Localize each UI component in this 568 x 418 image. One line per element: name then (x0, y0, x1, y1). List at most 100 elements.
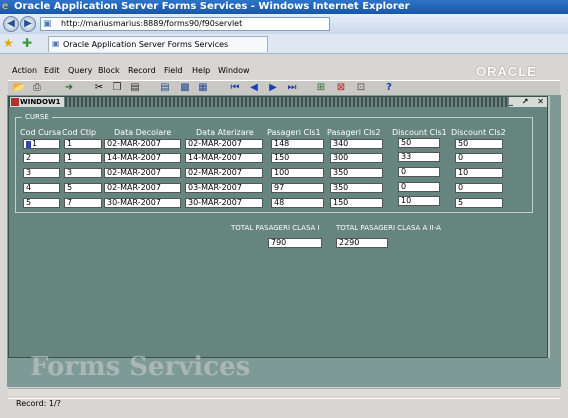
tab-page-icon: ▣ (52, 39, 60, 48)
cell-cod-cursa[interactable]: 5 (23, 198, 60, 208)
grid-icon[interactable]: ▦ (196, 81, 210, 95)
cell-pasageri-cls1[interactable]: 150 (271, 153, 324, 163)
cell-pasageri-cls2[interactable]: 340 (330, 139, 383, 149)
address-bar[interactable]: http://mariusmarius:8889/forms90/f90serv… (40, 17, 330, 31)
lock-record-icon[interactable]: ⊡ (354, 81, 368, 95)
menu-field[interactable]: Field (164, 66, 182, 76)
total-cls1-label: TOTAL PASAGERI CLASA I (231, 224, 320, 232)
paste-icon[interactable]: ▤ (128, 81, 142, 95)
total-cls2-field[interactable]: 2290 (336, 238, 388, 248)
header-cod-cursa: Cod Cursa (20, 128, 62, 137)
browser-tab[interactable]: Oracle Application Server Forms Services (48, 36, 268, 52)
cell-discount-cls2[interactable]: 5 (455, 198, 503, 208)
header-data-decolare: Data Decolare (114, 128, 172, 137)
cell-discount-cls1[interactable]: 0 (398, 182, 440, 192)
header-pasageri-cls2: Pasageri Cls2 (327, 128, 381, 137)
header-cod-ctip: Cod Ctip (62, 128, 97, 137)
help-icon[interactable]: ? (382, 81, 396, 95)
cell-discount-cls2[interactable]: 0 (455, 183, 503, 193)
horizontal-scrollbar[interactable] (8, 388, 560, 396)
cell-discount-cls2[interactable]: 10 (455, 168, 503, 178)
frame-title: CURSE (22, 113, 52, 121)
cell-data-decolare[interactable]: 02-MAR-2007 (104, 183, 181, 193)
cell-discount-cls1[interactable]: 33 (398, 152, 440, 162)
cell-data-aterizare[interactable]: 02-MAR-2007 (185, 168, 263, 178)
cell-data-aterizare[interactable]: 14-MAR-2007 (185, 153, 263, 163)
toolbar (8, 80, 560, 96)
current-record-marker (26, 141, 31, 148)
cell-cod-ctip[interactable]: 3 (64, 168, 102, 178)
open-icon[interactable]: 📂 (12, 81, 26, 95)
menu-window[interactable]: Window (218, 66, 250, 76)
cell-data-decolare[interactable]: 02-MAR-2007 (104, 168, 181, 178)
insert-record-icon[interactable]: ⊞ (314, 81, 328, 95)
cell-pasageri-cls2[interactable]: 300 (330, 153, 383, 163)
next-icon[interactable]: ▶ (266, 81, 280, 95)
cell-cod-cursa[interactable]: 1 (23, 139, 60, 149)
cell-discount-cls2[interactable]: 0 (455, 153, 503, 163)
cell-pasageri-cls1[interactable]: 148 (271, 139, 324, 149)
cell-cod-cursa[interactable]: 3 (23, 168, 60, 178)
forward-button[interactable]: ▶ (20, 16, 36, 32)
menu-query[interactable]: Query (68, 66, 92, 76)
cell-pasageri-cls1[interactable]: 48 (271, 198, 324, 208)
menu-action[interactable]: Action (12, 66, 37, 76)
exit-icon[interactable]: ➜ (62, 81, 76, 95)
ie-logo-icon: e (2, 1, 9, 12)
cell-cod-cursa[interactable]: 4 (23, 183, 60, 193)
previous-icon[interactable]: ◀ (247, 81, 261, 95)
cell-discount-cls1[interactable]: 50 (398, 138, 440, 148)
cell-pasageri-cls2[interactable]: 150 (330, 198, 383, 208)
cell-data-decolare[interactable]: 30-MAR-2007 (104, 198, 181, 208)
cell-data-decolare[interactable]: 14-MAR-2007 (104, 153, 181, 163)
record-status: Record: 1/? (16, 399, 61, 408)
cell-cod-ctip[interactable]: 1 (64, 153, 102, 163)
browser-title-bar: Oracle Application Server Forms Services… (0, 0, 568, 14)
cell-cod-cursa[interactable]: 2 (23, 153, 60, 163)
cell-discount-cls1[interactable]: 10 (398, 196, 440, 206)
last-record-icon[interactable]: ⏭ (285, 81, 299, 95)
cell-discount-cls2[interactable]: 50 (455, 139, 503, 149)
menu-record[interactable]: Record (128, 66, 156, 76)
cell-discount-cls1[interactable]: 0 (398, 167, 440, 177)
add-favorites-icon[interactable]: ✚ (22, 37, 32, 49)
cell-pasageri-cls1[interactable]: 97 (271, 183, 324, 193)
header-data-aterizare: Data Aterizare (196, 128, 254, 137)
cell-cod-ctip[interactable]: 5 (64, 183, 102, 193)
delete-record-icon[interactable]: ⊠ (334, 81, 348, 95)
menu-help[interactable]: Help (192, 66, 210, 76)
window-icon (11, 98, 19, 106)
total-cls2-label: TOTAL PASAGERI CLASA A II-A (336, 224, 441, 232)
cell-data-decolare[interactable]: 02-MAR-2007 (104, 139, 181, 149)
window-edge (548, 96, 550, 358)
cut-icon[interactable]: ✂ (92, 81, 106, 95)
cell-pasageri-cls2[interactable]: 350 (330, 183, 383, 193)
print-icon[interactable]: ⎙ (30, 81, 44, 95)
cell-data-aterizare[interactable]: 02-MAR-2007 (185, 139, 263, 149)
execute-icon[interactable]: ▩ (178, 81, 192, 95)
window1-title-bar[interactable] (9, 97, 547, 107)
query-icon[interactable]: ▤ (158, 81, 172, 95)
cell-pasageri-cls1[interactable]: 100 (271, 168, 324, 178)
forms-services-watermark: Forms Services (30, 352, 251, 382)
header-discount-cls2: Discount Cls2 (451, 128, 506, 137)
cell-pasageri-cls2[interactable]: 350 (330, 168, 383, 178)
header-discount-cls1: Discount Cls1 (392, 128, 447, 137)
cell-cod-ctip[interactable]: 1 (64, 139, 102, 149)
window-controls[interactable]: _ ↗ ✕ (509, 97, 547, 107)
oracle-logo: ORACLE (476, 64, 537, 79)
copy-icon[interactable]: ❐ (110, 81, 124, 95)
cell-data-aterizare[interactable]: 30-MAR-2007 (185, 198, 263, 208)
back-button[interactable]: ◀ (3, 16, 19, 32)
cell-data-aterizare[interactable]: 03-MAR-2007 (185, 183, 263, 193)
status-bar (8, 398, 560, 410)
cell-cod-ctip[interactable]: 7 (64, 198, 102, 208)
first-record-icon[interactable]: ⏮ (228, 81, 242, 95)
menu-edit[interactable]: Edit (44, 66, 60, 76)
favorites-star-icon[interactable]: ★ (3, 37, 14, 49)
page-icon: ▣ (43, 19, 52, 29)
header-pasageri-cls1: Pasageri Cls1 (267, 128, 321, 137)
total-cls1-field[interactable]: 790 (268, 238, 322, 248)
menu-block[interactable]: Block (98, 66, 120, 76)
browser-title: Oracle Application Server Forms Services… (14, 1, 410, 12)
